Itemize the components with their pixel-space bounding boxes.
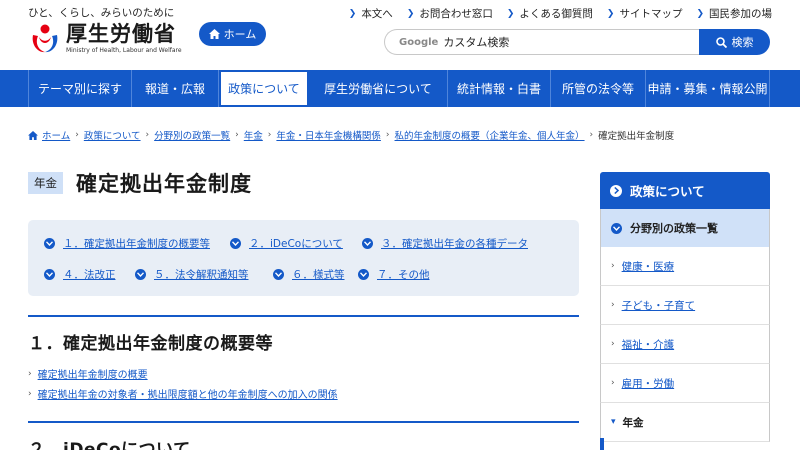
side-nav-head[interactable]: 政策について bbox=[600, 172, 770, 209]
link-dc-overview[interactable]: › 確定拠出年金制度の概要 bbox=[28, 366, 338, 382]
site-search: Google カスタム検索 検索 bbox=[384, 29, 770, 55]
chevron-right-icon: ❯ bbox=[606, 8, 615, 19]
breadcrumb: ホーム › 政策について › 分野別の政策一覧 › 年金 › 年金・日本年金機構… bbox=[28, 128, 674, 142]
home-button[interactable]: ホーム bbox=[199, 22, 266, 46]
side-nav-item-employment[interactable]: › 雇用・労働 bbox=[600, 364, 770, 403]
link-dc-eligibility[interactable]: › 確定拠出年金の対象者・拠出限度額と他の年金制度への加入の関係 bbox=[28, 386, 338, 402]
home-icon bbox=[208, 29, 220, 39]
gnav-item-press[interactable]: 報道・広報 bbox=[132, 70, 219, 107]
chevron-right-icon: › bbox=[267, 130, 272, 140]
breadcrumb-home[interactable]: ホーム bbox=[42, 128, 70, 142]
chevron-down-icon bbox=[358, 269, 369, 280]
gnav-item-applications[interactable]: 申請・募集・情報公開 bbox=[646, 70, 770, 107]
gnav-item-laws[interactable]: 所管の法令等 bbox=[551, 70, 646, 107]
search-placeholder: カスタム検索 bbox=[443, 36, 510, 49]
chevron-down-icon: ▾ bbox=[611, 417, 616, 427]
toc-item-forms[interactable]: ６．様式等 bbox=[273, 267, 345, 282]
chevron-right-icon: › bbox=[28, 368, 32, 379]
chevron-right-icon: › bbox=[611, 261, 615, 271]
chevron-down-icon bbox=[135, 269, 146, 280]
chevron-right-icon: ❯ bbox=[696, 8, 704, 19]
breadcrumb-policy-list[interactable]: 分野別の政策一覧 bbox=[154, 128, 230, 142]
gnav-item-theme[interactable]: テーマ別に探す bbox=[28, 70, 132, 107]
chevron-down-icon bbox=[362, 238, 373, 249]
section-heading-ideco: ２．iDeCoについて bbox=[28, 421, 579, 450]
side-nav-item-welfare[interactable]: › 福祉・介護 bbox=[600, 325, 770, 364]
home-icon bbox=[28, 130, 38, 140]
chevron-down-icon bbox=[44, 238, 55, 249]
section-overview-links: › 確定拠出年金制度の概要 › 確定拠出年金の対象者・拠出限度額と他の年金制度へ… bbox=[28, 366, 338, 406]
chevron-right-icon: › bbox=[385, 130, 390, 140]
utility-links: ❯ 本文へ ❯ お問合わせ窓口 ❯ よくある御質問 ❯ サイトマップ ❯ 国民参加の場 bbox=[349, 6, 772, 21]
gnav-item-statistics[interactable]: 統計情報・白書 bbox=[448, 70, 551, 107]
main-content: 年金 確定拠出年金制度 １．確定拠出年金制度の概要等 ２．iDeCoについて ３… bbox=[28, 168, 579, 450]
breadcrumb-private-pension[interactable]: 私的年金制度の概要（企業年金、個人年金） bbox=[395, 128, 585, 142]
side-nav-item-health[interactable]: › 健康・医療 bbox=[600, 247, 770, 286]
chevron-right-icon: ❯ bbox=[348, 8, 357, 19]
chevron-right-icon: › bbox=[589, 130, 594, 140]
search-icon bbox=[715, 36, 727, 48]
side-nav-item-children[interactable]: › 子ども・子育て bbox=[600, 286, 770, 325]
chevron-down-icon bbox=[44, 269, 55, 280]
table-of-contents: １．確定拠出年金制度の概要等 ２．iDeCoについて ３．確定拠出年金の各種デー… bbox=[28, 220, 579, 296]
side-nav: 政策について 分野別の政策一覧 › 健康・医療 › 子ども・子育て › 福祉・介護 ›… bbox=[600, 172, 770, 450]
chevron-down-icon bbox=[230, 238, 241, 249]
breadcrumb-pension-organization[interactable]: 年金・日本年金機構関係 bbox=[276, 128, 381, 142]
site-tagline: ひと、くらし、みらいのために bbox=[28, 7, 175, 19]
toc-item-ideco[interactable]: ２．iDeCoについて bbox=[230, 236, 343, 251]
chevron-right-icon: › bbox=[611, 378, 615, 388]
page-title-row: 年金 確定拠出年金制度 bbox=[28, 168, 579, 198]
logo-wordmark: 厚生労働省 bbox=[66, 22, 176, 46]
gnav-item-about[interactable]: 厚生労働省について bbox=[309, 70, 448, 107]
breadcrumb-pension[interactable]: 年金 bbox=[244, 128, 263, 142]
side-nav-sub[interactable]: 分野別の政策一覧 bbox=[600, 209, 770, 247]
page-title: 確定拠出年金制度 bbox=[76, 172, 252, 196]
google-brand-label: Google bbox=[399, 36, 439, 48]
search-button-label: 検索 bbox=[731, 36, 754, 49]
site-logo[interactable]: 厚生労働省 Ministry of Health, Labour and Wel… bbox=[28, 21, 182, 55]
chevron-right-icon: › bbox=[145, 130, 150, 140]
chevron-right-icon: › bbox=[75, 130, 79, 140]
util-link-faq[interactable]: ❯ よくある御質問 bbox=[507, 6, 593, 21]
breadcrumb-policy[interactable]: 政策について bbox=[84, 128, 141, 142]
category-label: 年金 bbox=[28, 172, 63, 194]
util-link-contact[interactable]: ❯ お問合わせ窓口 bbox=[407, 6, 493, 21]
toc-item-amendment[interactable]: ４．法改正 bbox=[44, 267, 116, 282]
section-heading-overview: １．確定拠出年金制度の概要等 bbox=[28, 315, 579, 354]
chevron-right-icon: ❯ bbox=[406, 8, 415, 19]
chevron-down-icon bbox=[611, 222, 622, 234]
chevron-right-icon: › bbox=[611, 300, 615, 310]
side-nav-active-marker bbox=[600, 438, 604, 450]
logo-english-name: Ministry of Health, Labour and Welfare bbox=[66, 47, 182, 54]
util-link-public-participation[interactable]: ❯ 国民参加の場 bbox=[696, 6, 772, 21]
toc-item-data[interactable]: ３．確定拠出年金の各種データ bbox=[362, 236, 528, 251]
search-input[interactable]: Google カスタム検索 bbox=[384, 29, 699, 55]
util-link-sitemap[interactable]: ❯ サイトマップ bbox=[607, 6, 683, 21]
chevron-right-icon: › bbox=[28, 388, 32, 399]
ministry-logo-icon bbox=[28, 21, 62, 55]
chevron-right-icon: › bbox=[235, 130, 239, 140]
search-button[interactable]: 検索 bbox=[699, 29, 770, 55]
site-header: ひと、くらし、みらいのために 厚生労働省 Ministry of Health,… bbox=[0, 0, 800, 70]
home-button-label: ホーム bbox=[223, 28, 257, 41]
toc-item-notices[interactable]: ５．法令解釈通知等 bbox=[135, 267, 249, 282]
gnav-item-policy[interactable]: 政策について bbox=[219, 70, 309, 107]
breadcrumb-current: 確定拠出年金制度 bbox=[598, 131, 675, 142]
chevron-right-icon bbox=[610, 184, 622, 197]
toc-item-overview[interactable]: １．確定拠出年金制度の概要等 bbox=[44, 236, 210, 251]
util-link-main-content[interactable]: ❯ 本文へ bbox=[349, 6, 393, 21]
chevron-down-icon bbox=[273, 269, 284, 280]
side-nav-item-pension[interactable]: ▾ 年金 bbox=[600, 403, 770, 442]
chevron-right-icon: ❯ bbox=[506, 8, 515, 19]
global-nav: テーマ別に探す 報道・広報 政策について 厚生労働省について 統計情報・白書 所… bbox=[0, 70, 800, 107]
toc-item-other[interactable]: ７．その他 bbox=[358, 267, 430, 282]
chevron-right-icon: › bbox=[611, 339, 615, 349]
